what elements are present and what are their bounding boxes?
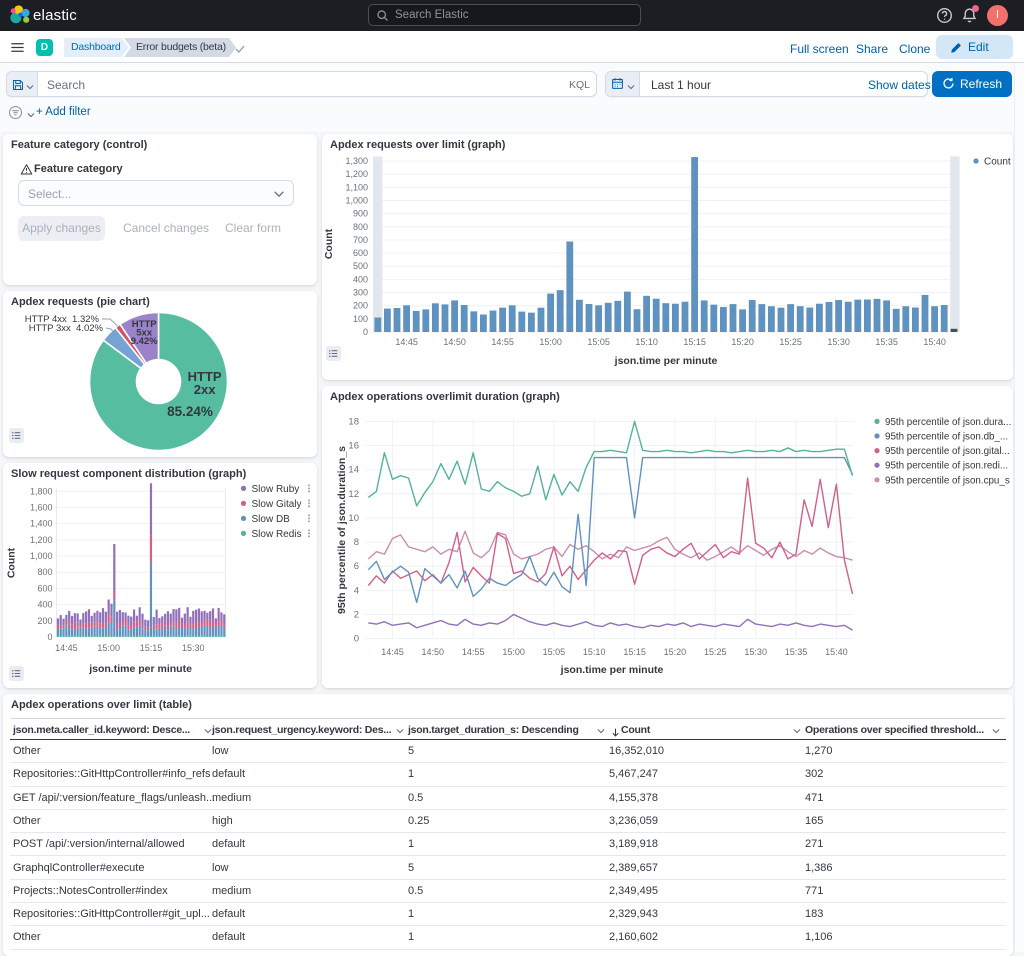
svg-text:900: 900 xyxy=(353,209,368,219)
svg-text:16: 16 xyxy=(348,441,359,452)
svg-text:15:35: 15:35 xyxy=(875,337,898,347)
svg-text:15:20: 15:20 xyxy=(664,647,687,657)
svg-text:400: 400 xyxy=(353,274,368,284)
svg-text:Count: Count xyxy=(6,547,18,578)
svg-text:15:25: 15:25 xyxy=(704,647,727,657)
svg-text:15:10: 15:10 xyxy=(583,647,606,657)
svg-text:0: 0 xyxy=(363,327,368,337)
svg-text:95th percentile of json.dura..: 95th percentile of json.dura... xyxy=(885,417,1011,428)
svg-text:800: 800 xyxy=(353,222,368,232)
svg-text:15:00: 15:00 xyxy=(539,337,562,347)
svg-text:Slow Redis: Slow Redis xyxy=(252,529,302,540)
svg-text:15:40: 15:40 xyxy=(923,337,946,347)
svg-text:2: 2 xyxy=(354,609,359,620)
svg-text:200: 200 xyxy=(353,301,368,311)
svg-text:4: 4 xyxy=(354,585,359,596)
svg-text:95th percentile of json.redi..: 95th percentile of json.redi... xyxy=(885,461,1008,472)
svg-text:json.time per minute: json.time per minute xyxy=(560,664,664,676)
svg-text:15:35: 15:35 xyxy=(785,647,808,657)
svg-text:1,300: 1,300 xyxy=(345,156,368,166)
svg-text:14:45: 14:45 xyxy=(55,643,78,653)
svg-text:95th percentile of json.cpu_s: 95th percentile of json.cpu_s xyxy=(885,475,1010,486)
svg-text:95th percentile of json.gital.: 95th percentile of json.gital... xyxy=(885,446,1010,457)
svg-text:15:15: 15:15 xyxy=(683,337,706,347)
svg-text:HTTP 3xx 4.02%: HTTP 3xx 4.02% xyxy=(29,323,104,334)
svg-text:0: 0 xyxy=(47,632,52,642)
svg-text:15:40: 15:40 xyxy=(825,647,848,657)
svg-text:400: 400 xyxy=(37,600,52,610)
svg-text:10: 10 xyxy=(348,513,359,524)
svg-text:600: 600 xyxy=(353,248,368,258)
svg-text:1,100: 1,100 xyxy=(345,182,368,192)
svg-text:15:15: 15:15 xyxy=(623,647,646,657)
svg-text:15:25: 15:25 xyxy=(779,337,802,347)
svg-text:2xx: 2xx xyxy=(194,382,216,397)
svg-text:1,800: 1,800 xyxy=(30,486,53,496)
svg-text:18: 18 xyxy=(348,416,359,427)
svg-text:15:05: 15:05 xyxy=(543,647,566,657)
svg-text:9.42%: 9.42% xyxy=(131,336,158,347)
svg-text:8: 8 xyxy=(354,537,359,548)
svg-text:1,600: 1,600 xyxy=(30,502,53,512)
svg-text:800: 800 xyxy=(37,567,52,577)
svg-text:14: 14 xyxy=(348,465,359,476)
svg-text:15:15: 15:15 xyxy=(140,643,163,653)
svg-text:12: 12 xyxy=(348,489,359,500)
svg-text:json.time per minute: json.time per minute xyxy=(614,355,718,367)
svg-text:15:00: 15:00 xyxy=(97,643,120,653)
svg-text:100: 100 xyxy=(353,314,368,324)
svg-text:Slow Gitaly: Slow Gitaly xyxy=(252,499,302,510)
svg-text:1,200: 1,200 xyxy=(30,535,53,545)
svg-text:200: 200 xyxy=(37,616,52,626)
svg-text:14:50: 14:50 xyxy=(422,647,445,657)
svg-text:15:05: 15:05 xyxy=(587,337,610,347)
svg-text:600: 600 xyxy=(37,583,52,593)
svg-text:0: 0 xyxy=(354,634,359,645)
svg-text:1,400: 1,400 xyxy=(30,519,53,529)
svg-text:15:20: 15:20 xyxy=(731,337,754,347)
svg-text:15:30: 15:30 xyxy=(827,337,850,347)
svg-text:85.24%: 85.24% xyxy=(167,404,213,419)
svg-text:6: 6 xyxy=(354,561,359,572)
svg-text:15:00: 15:00 xyxy=(502,647,525,657)
svg-text:Slow DB: Slow DB xyxy=(252,514,291,525)
svg-text:15:30: 15:30 xyxy=(744,647,767,657)
svg-text:json.time per minute: json.time per minute xyxy=(88,663,192,675)
svg-text:95th percentile of json.durati: 95th percentile of json.duration_s xyxy=(336,446,348,614)
svg-text:14:50: 14:50 xyxy=(443,337,466,347)
svg-text:14:45: 14:45 xyxy=(381,647,404,657)
svg-text:Count: Count xyxy=(323,228,335,259)
svg-text:14:55: 14:55 xyxy=(491,337,514,347)
svg-text:1,200: 1,200 xyxy=(345,169,368,179)
svg-text:95th percentile of json.db_...: 95th percentile of json.db_... xyxy=(885,432,1008,443)
svg-text:14:45: 14:45 xyxy=(395,337,418,347)
svg-text:15:10: 15:10 xyxy=(635,337,658,347)
svg-text:Slow Ruby: Slow Ruby xyxy=(252,484,300,495)
svg-text:1,000: 1,000 xyxy=(345,195,368,205)
svg-text:700: 700 xyxy=(353,235,368,245)
svg-text:1,000: 1,000 xyxy=(30,551,53,561)
svg-text:14:55: 14:55 xyxy=(462,647,485,657)
svg-text:15:30: 15:30 xyxy=(182,643,205,653)
svg-text:500: 500 xyxy=(353,261,368,271)
svg-text:300: 300 xyxy=(353,288,368,298)
svg-text:Count: Count xyxy=(984,157,1011,168)
